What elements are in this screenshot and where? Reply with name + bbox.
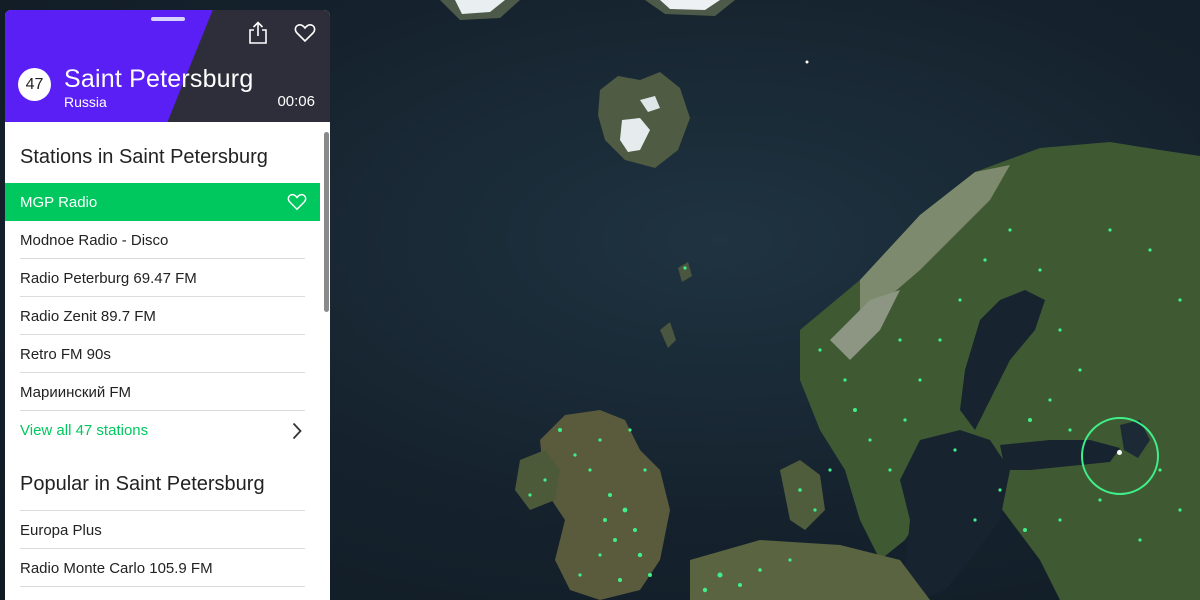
favorite-city-button[interactable]: [292, 22, 318, 48]
scrollbar[interactable]: [324, 132, 329, 312]
stations-list: MGP Radio Modnoe Radio - Disco Radio Pet…: [5, 183, 320, 449]
panel-body[interactable]: Stations in Saint Petersburg MGP Radio M…: [5, 122, 330, 600]
list-item[interactable]: MGP Radio: [5, 183, 320, 221]
list-item[interactable]: Retro FM 90s: [5, 335, 320, 373]
station-name: Radio Zenit 89.7 FM: [20, 307, 156, 325]
station-count-badge: 47: [18, 68, 51, 101]
list-item[interactable]: Radio Zenit 89.7 FM: [5, 297, 320, 335]
city-title: Saint Petersburg: [64, 65, 254, 93]
chevron-right-icon: [292, 422, 302, 444]
list-item[interactable]: Modnoe Radio - Disco: [5, 221, 320, 259]
view-all-label: View all 47 stations: [20, 421, 149, 439]
heart-icon: [294, 23, 316, 48]
selected-location-dot: [1117, 450, 1122, 455]
share-icon: [247, 20, 269, 50]
station-name: Modnoe Radio - Disco: [20, 231, 169, 249]
share-button[interactable]: [245, 20, 271, 50]
station-name: Radio Monte Carlo 105.9 FM: [20, 559, 213, 577]
stations-section-title: Stations in Saint Petersburg: [20, 146, 268, 168]
list-item[interactable]: Radio Peterburg 69.47 FM: [5, 259, 320, 297]
country-label: Russia: [64, 94, 107, 110]
heart-icon[interactable]: [287, 193, 307, 215]
station-name: Europa Plus: [20, 521, 102, 539]
selected-location-marker[interactable]: [1081, 417, 1159, 495]
station-name: Retro FM 90s: [20, 345, 111, 363]
station-name: MGP Radio: [20, 193, 98, 211]
list-item[interactable]: Radio Monte Carlo 105.9 FM: [5, 548, 320, 587]
local-time: 00:06: [277, 93, 315, 110]
panel-header: 47 Saint Petersburg Russia 00:06: [5, 10, 330, 122]
popular-section-title: Popular in Saint Petersburg: [20, 473, 265, 495]
list-item[interactable]: Europa Plus: [5, 510, 320, 549]
drag-handle[interactable]: [151, 17, 185, 21]
popular-list: Europa Plus Radio Monte Carlo 105.9 FM: [5, 510, 320, 587]
station-name: Radio Peterburg 69.47 FM: [20, 269, 197, 287]
list-item[interactable]: Мариинский FM: [5, 373, 320, 411]
station-name: Мариинский FM: [20, 383, 132, 401]
view-all-stations-link[interactable]: View all 47 stations: [5, 411, 320, 449]
location-panel: 47 Saint Petersburg Russia 00:06 Station…: [5, 10, 330, 600]
